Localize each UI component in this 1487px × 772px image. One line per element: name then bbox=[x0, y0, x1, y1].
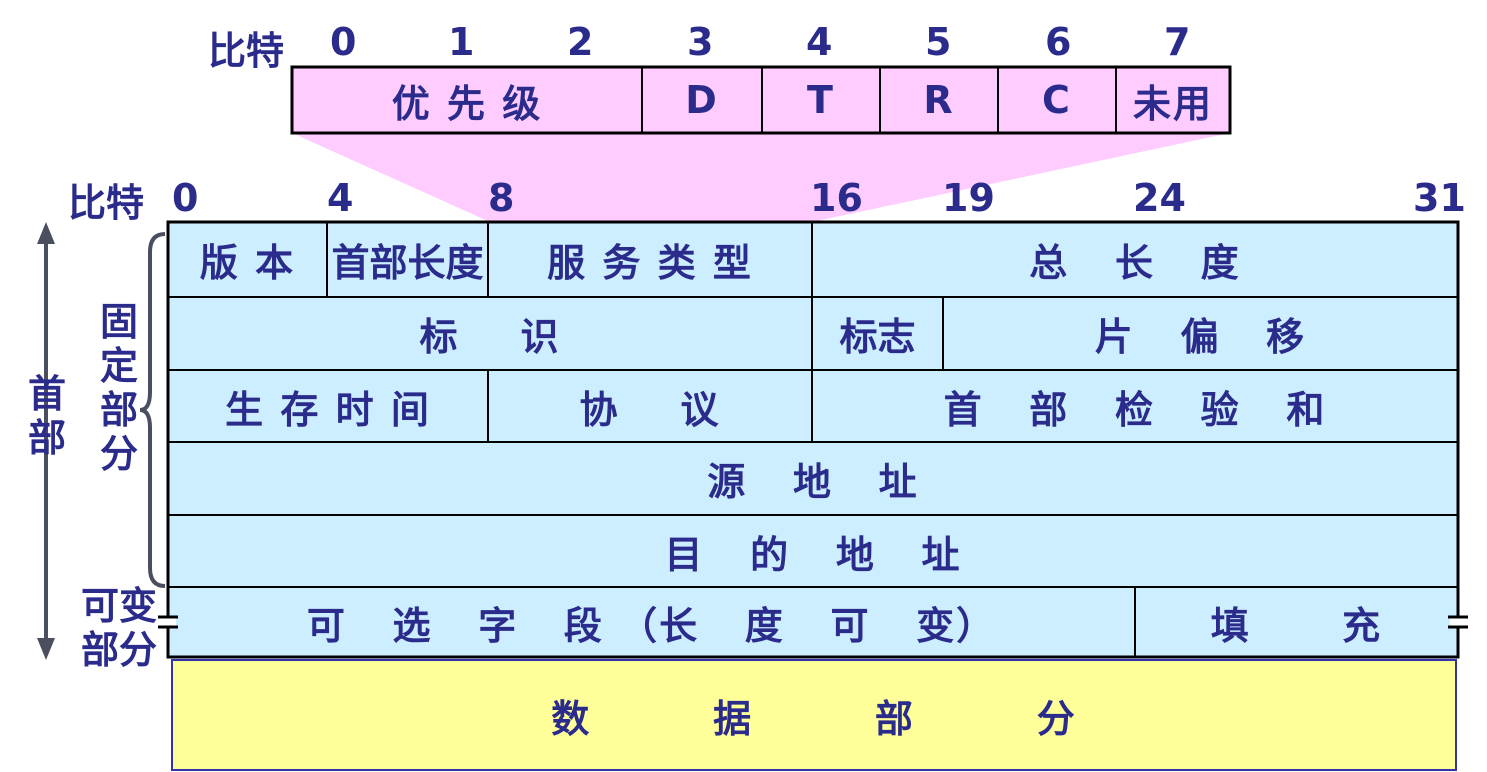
tos-field-d: D bbox=[685, 78, 719, 122]
header-bit-number: 19 bbox=[942, 176, 995, 220]
field-time-to-live: 生 存 时 间 bbox=[225, 387, 431, 432]
field-destination-address: 目 的 地 址 bbox=[664, 532, 962, 577]
tos-field-c: C bbox=[1042, 78, 1072, 122]
tos-bit-label: 比特 bbox=[208, 29, 285, 73]
header-bit-number: 24 bbox=[1133, 176, 1186, 220]
field-fragment-offset: 片 偏 移 bbox=[1094, 315, 1307, 359]
data-part-label: 数 据 部 分 bbox=[551, 696, 1077, 741]
tos-bit-number: 2 bbox=[567, 20, 594, 64]
field-source-address: 源 地 址 bbox=[707, 460, 919, 504]
field-version: 版 本 bbox=[199, 241, 296, 285]
tos-bit-number: 3 bbox=[687, 20, 714, 64]
header-bit-number: 4 bbox=[327, 176, 354, 220]
field-identification: 标 识 bbox=[419, 315, 561, 359]
field-padding: 填 充 bbox=[1210, 603, 1383, 648]
tos-bit-number: 4 bbox=[806, 20, 833, 64]
field-header-checksum: 首 部 检 验 和 bbox=[943, 387, 1327, 432]
field-header-length: 首部长度 bbox=[331, 241, 484, 285]
header-bit-number: 16 bbox=[810, 176, 863, 220]
header-bit-number: 0 bbox=[172, 176, 199, 220]
tos-bit-number: 5 bbox=[925, 20, 952, 64]
tos-field-unused: 未用 bbox=[1132, 81, 1213, 126]
tos-field-precedence: 优 先 级 bbox=[391, 81, 543, 126]
header-bit-label: 比特 bbox=[68, 181, 145, 225]
field-options: 可 选 字 段 （长 度 可 变） bbox=[306, 603, 997, 648]
field-total-length: 总 长 度 bbox=[1029, 241, 1241, 285]
fixed-part-side-label: 固 定 部 分 bbox=[99, 300, 138, 476]
tos-expansion-wedge bbox=[292, 133, 1230, 222]
fixed-part-brace bbox=[139, 232, 166, 588]
tos-bit-number: 6 bbox=[1045, 20, 1072, 64]
field-flags: 标志 bbox=[839, 315, 916, 359]
field-type-of-service: 服 务 类 型 bbox=[547, 241, 753, 285]
tos-field-r: R bbox=[923, 78, 955, 122]
tos-bit-number: 1 bbox=[448, 20, 475, 64]
tos-bit-number: 0 bbox=[330, 20, 357, 64]
field-protocol: 协 议 bbox=[579, 387, 721, 432]
header-bit-number: 31 bbox=[1413, 176, 1466, 220]
header-bit-number: 8 bbox=[488, 176, 515, 220]
tos-field-t: T bbox=[807, 78, 835, 122]
header-side-label: 首 部 bbox=[27, 372, 66, 460]
tos-bit-number: 7 bbox=[1164, 20, 1191, 64]
variable-part-side-label: 可变 部分 bbox=[80, 584, 157, 672]
